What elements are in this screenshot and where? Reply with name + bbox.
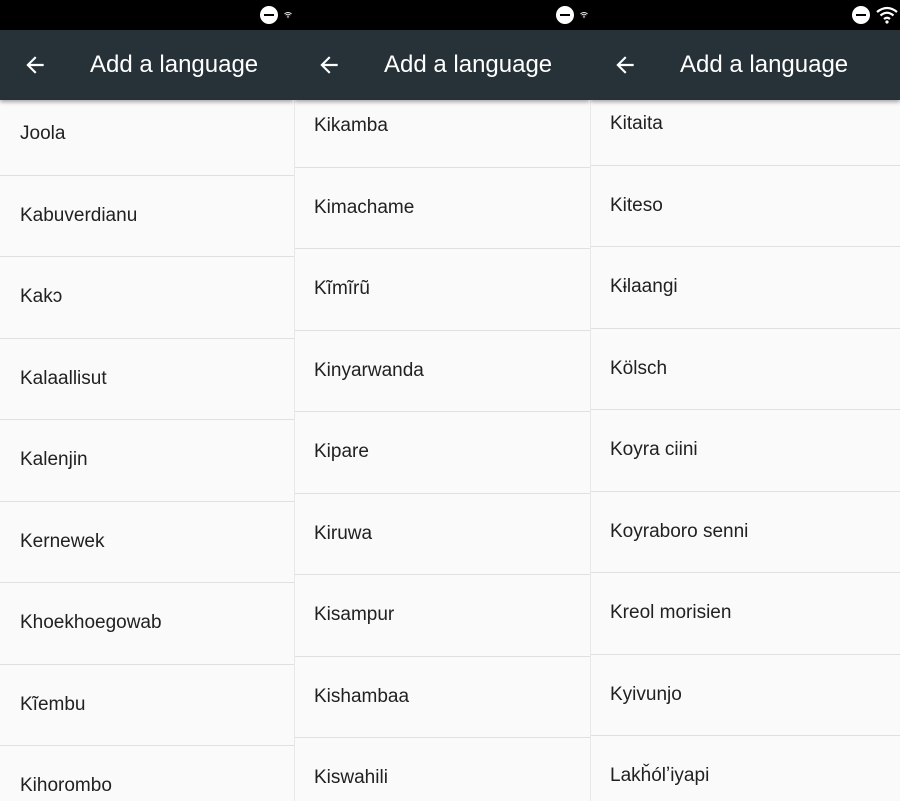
page-title: Add a language xyxy=(384,51,553,78)
language-item[interactable]: Kabuverdianu xyxy=(0,176,294,257)
language-item[interactable]: Kipare xyxy=(294,412,590,494)
do-not-disturb-icon xyxy=(556,6,574,24)
back-arrow-icon[interactable] xyxy=(316,52,342,78)
language-list: Kikamba Kimachame Kĩmĩrũ Kinyarwanda Kip… xyxy=(294,86,590,801)
wifi-icon xyxy=(876,6,898,24)
page-title: Add a language xyxy=(90,51,259,78)
language-item[interactable]: Koyraboro senni xyxy=(590,492,900,573)
language-item[interactable]: Kɨlaangi xyxy=(590,247,900,329)
screen-1: Add a language Joola Kabuverdianu Kakɔ K… xyxy=(0,0,294,801)
wifi-icon xyxy=(580,12,588,19)
app-bar: Add a language xyxy=(294,30,590,100)
wifi-icon xyxy=(284,12,292,19)
language-item[interactable]: Kĩmĩrũ xyxy=(294,249,590,331)
language-item[interactable]: Kisampur xyxy=(294,575,590,657)
back-arrow-icon[interactable] xyxy=(22,52,48,78)
screen-3: Add a language Kitaita Kiteso Kɨlaangi K… xyxy=(590,0,900,801)
language-item[interactable]: Koyra ciini xyxy=(590,410,900,492)
status-bar xyxy=(294,0,590,30)
language-item[interactable]: Kishambaa xyxy=(294,657,590,738)
language-item[interactable]: Khoekhoegowab xyxy=(0,583,294,665)
language-item[interactable]: Kiswahili xyxy=(294,738,590,801)
back-arrow-icon[interactable] xyxy=(612,52,638,78)
language-item[interactable]: Lakȟólʼiyapi xyxy=(590,736,900,801)
page-title: Add a language xyxy=(680,51,849,78)
panel-divider xyxy=(590,100,591,801)
language-item[interactable]: Kĩembu xyxy=(0,665,294,746)
app-bar: Add a language xyxy=(0,30,294,100)
language-list: Kitaita Kiteso Kɨlaangi Kölsch Koyra cii… xyxy=(590,84,900,801)
language-item[interactable]: Joola xyxy=(0,94,294,176)
language-item[interactable]: Kinyarwanda xyxy=(294,331,590,412)
screen-2: Add a language Kikamba Kimachame Kĩmĩrũ … xyxy=(294,0,590,801)
language-list: Joola Kabuverdianu Kakɔ Kalaallisut Kale… xyxy=(0,94,294,801)
language-item[interactable]: Kakɔ xyxy=(0,257,294,339)
status-bar xyxy=(590,0,900,30)
language-item[interactable]: Kiruwa xyxy=(294,494,590,575)
language-item[interactable]: Kalenjin xyxy=(0,420,294,502)
do-not-disturb-icon xyxy=(852,6,870,24)
language-item[interactable]: Kimachame xyxy=(294,168,590,249)
language-item[interactable]: Kiteso xyxy=(590,166,900,247)
language-item[interactable]: Kihorombo xyxy=(0,746,294,801)
status-bar xyxy=(0,0,294,30)
language-item[interactable]: Kalaallisut xyxy=(0,339,294,420)
panel-divider xyxy=(294,100,295,801)
do-not-disturb-icon xyxy=(260,6,278,24)
language-item[interactable]: Kreol morisien xyxy=(590,573,900,655)
app-bar: Add a language xyxy=(590,30,900,100)
language-item[interactable]: Kölsch xyxy=(590,329,900,410)
language-item[interactable]: Kyivunjo xyxy=(590,655,900,736)
language-item[interactable]: Kernewek xyxy=(0,502,294,583)
